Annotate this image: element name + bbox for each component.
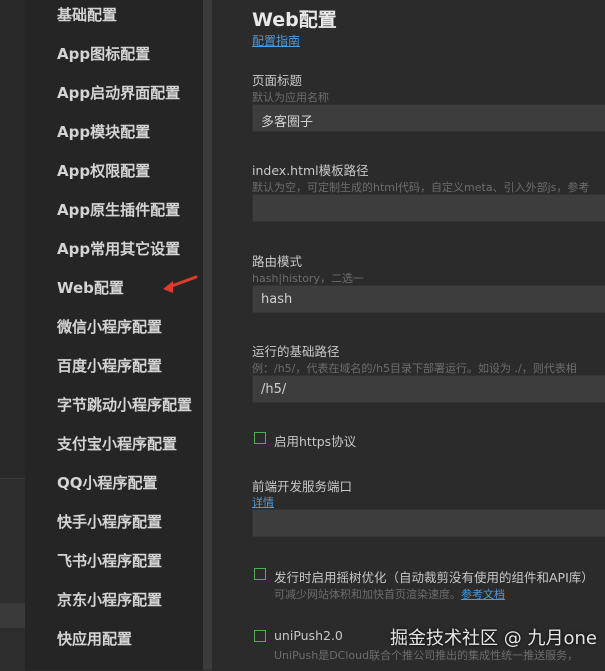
page-title-input[interactable]: 多客圈子 [252, 104, 605, 132]
router-mode-input[interactable]: hash [252, 285, 605, 313]
treeshake-reference-link[interactable]: 参考文档 [461, 588, 505, 601]
unipush-checkbox[interactable] [254, 630, 266, 642]
dev-port-details-link-text[interactable]: 详情 [252, 496, 274, 509]
page-title-hint: 默认为应用名称 [252, 91, 329, 104]
template-path-label: index.html模板路径 [252, 163, 369, 178]
watermark-text: 掘金技术社区 @ 九月one [390, 628, 597, 649]
sidebar-item-app-modules[interactable]: App模块配置 [57, 121, 150, 142]
treeshake-hint: 可减少网站体积和加快首页渲染速度。参考文档 [274, 586, 505, 602]
treeshake-hint-text: 可减少网站体积和加快首页渲染速度。 [274, 588, 461, 601]
template-path-input[interactable] [252, 194, 605, 222]
sidebar-item-qq[interactable]: QQ小程序配置 [57, 472, 158, 493]
page-title-label: 页面标题 [252, 73, 303, 88]
base-path-input[interactable]: /h5/ [252, 375, 605, 403]
left-panel-strip [0, 0, 26, 671]
unipush-label: uniPush2.0 [274, 628, 343, 643]
panel-splitter[interactable] [203, 0, 212, 670]
left-panel-lower [0, 478, 25, 671]
page-title: Web配置 [252, 9, 337, 31]
web-config-panel: Web配置 配置指南 页面标题 默认为应用名称 多客圈子 index.html模… [212, 0, 605, 670]
base-path-hint: 例：/h5/，代表在域名的/h5目录下部署运行。如设为 ./，则代表相 [252, 362, 577, 375]
config-guide-link[interactable]: 配置指南 [252, 32, 300, 49]
sidebar-item-app-icon[interactable]: App图标配置 [57, 43, 150, 64]
sidebar-item-kuaishou[interactable]: 快手小程序配置 [57, 511, 162, 532]
base-path-label: 运行的基础路径 [252, 344, 340, 359]
sidebar-item-app-native-plugins[interactable]: App原生插件配置 [57, 199, 180, 220]
sidebar-item-quickapp[interactable]: 快应用配置 [57, 628, 132, 649]
left-panel-selected-row[interactable] [0, 603, 25, 628]
sidebar-item-toutiao[interactable]: 字节跳动小程序配置 [57, 394, 192, 415]
sidebar-item-feishu[interactable]: 飞书小程序配置 [57, 550, 162, 571]
treeshake-label: 发行时启用摇树优化（自动裁剪没有使用的组件和API库） [274, 570, 594, 585]
sidebar-item-app-other[interactable]: App常用其它设置 [57, 238, 180, 259]
red-arrow-icon [163, 275, 198, 293]
config-sidebar: 基础配置 App图标配置 App启动界面配置 App模块配置 App权限配置 A… [25, 0, 203, 670]
https-checkbox[interactable] [254, 432, 266, 444]
template-path-hint: 默认为空，可定制生成的html代码，自定义meta、引入外部js，参考 [252, 181, 590, 194]
dev-port-label: 前端开发服务端口 [252, 479, 353, 494]
sidebar-item-basic[interactable]: 基础配置 [57, 4, 117, 25]
sidebar-item-jd[interactable]: 京东小程序配置 [57, 589, 162, 610]
router-mode-label: 路由模式 [252, 254, 303, 269]
sidebar-item-app-splash[interactable]: App启动界面配置 [57, 82, 180, 103]
https-label: 启用https协议 [274, 434, 357, 449]
sidebar-item-weixin[interactable]: 微信小程序配置 [57, 316, 162, 337]
sidebar-item-web[interactable]: Web配置 [57, 277, 124, 298]
sidebar-item-alipay[interactable]: 支付宝小程序配置 [57, 433, 177, 454]
router-mode-hint: hash|history，二选一 [252, 272, 364, 285]
dev-port-input[interactable] [252, 509, 605, 537]
treeshake-checkbox[interactable] [254, 568, 266, 580]
dev-port-details-link[interactable]: 详情 [252, 494, 274, 510]
sidebar-item-app-permissions[interactable]: App权限配置 [57, 160, 150, 181]
sidebar-item-baidu[interactable]: 百度小程序配置 [57, 355, 162, 376]
